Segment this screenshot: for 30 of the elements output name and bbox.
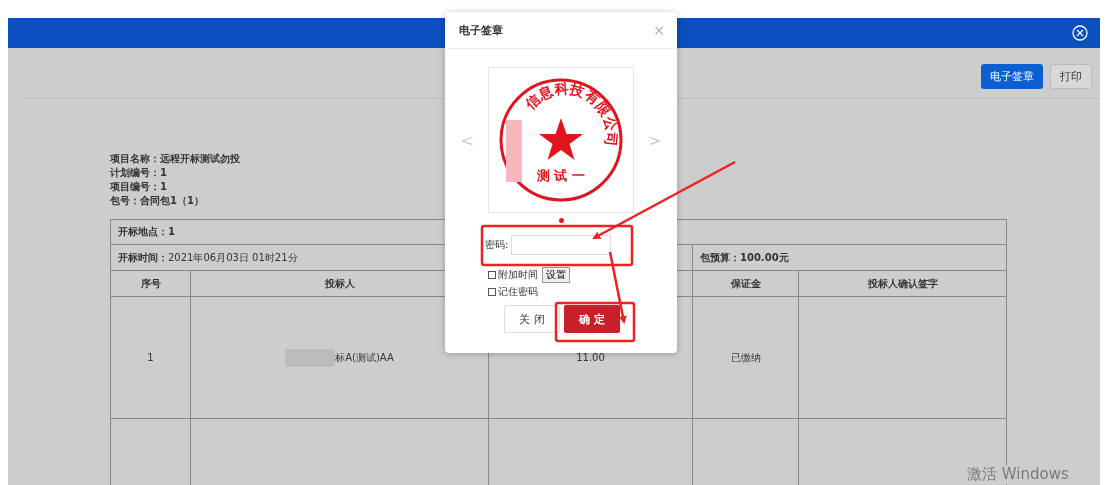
activation-notice: 激活 Windows — [967, 465, 1069, 484]
checkbox[interactable] — [488, 287, 496, 296]
budget-text: 包预算：100.00元 — [700, 250, 789, 265]
column-header: 投标人 — [324, 276, 355, 291]
cancel-button[interactable]: 关 闭 — [504, 305, 560, 333]
table-cell: 1 — [147, 352, 154, 363]
option-label: 记住密码 — [498, 284, 538, 299]
table-cell: 11.00 — [576, 352, 605, 363]
location-text: 开标地点：1 — [118, 225, 175, 239]
password-label: 密码: — [485, 238, 509, 252]
column-header: 保证金 — [730, 276, 761, 291]
settings-button[interactable]: 设置 — [542, 266, 570, 283]
option-label: 附加时间 — [498, 267, 538, 282]
checkbox[interactable] — [488, 270, 496, 279]
confirm-button[interactable]: 确 定 — [564, 305, 620, 333]
close-icon[interactable] — [1072, 25, 1088, 41]
project-info-text: 项目编号：1 — [110, 180, 167, 194]
table-cell: 已缴纳 — [730, 350, 761, 365]
project-info-text: 计划编号：1 — [110, 166, 167, 180]
print-button[interactable]: 打印 — [1050, 64, 1092, 89]
sign-button[interactable]: 电子签章 — [981, 64, 1043, 89]
project-info-text: 项目名称：远程开标测试勿投 — [110, 152, 240, 166]
carousel-dot[interactable] — [558, 217, 564, 223]
dialog-title: 电子签章 — [459, 22, 503, 38]
table-cell: 标A(测试)AA — [335, 350, 394, 365]
column-header: 序号 — [140, 276, 161, 291]
project-info-text: 包号：合同包1（1） — [110, 194, 204, 208]
time-text: 开标时间：2021年06月03日 01时21分 — [118, 250, 298, 265]
password-field[interactable] — [511, 235, 612, 255]
column-header: 投标人确认签字 — [867, 276, 938, 291]
